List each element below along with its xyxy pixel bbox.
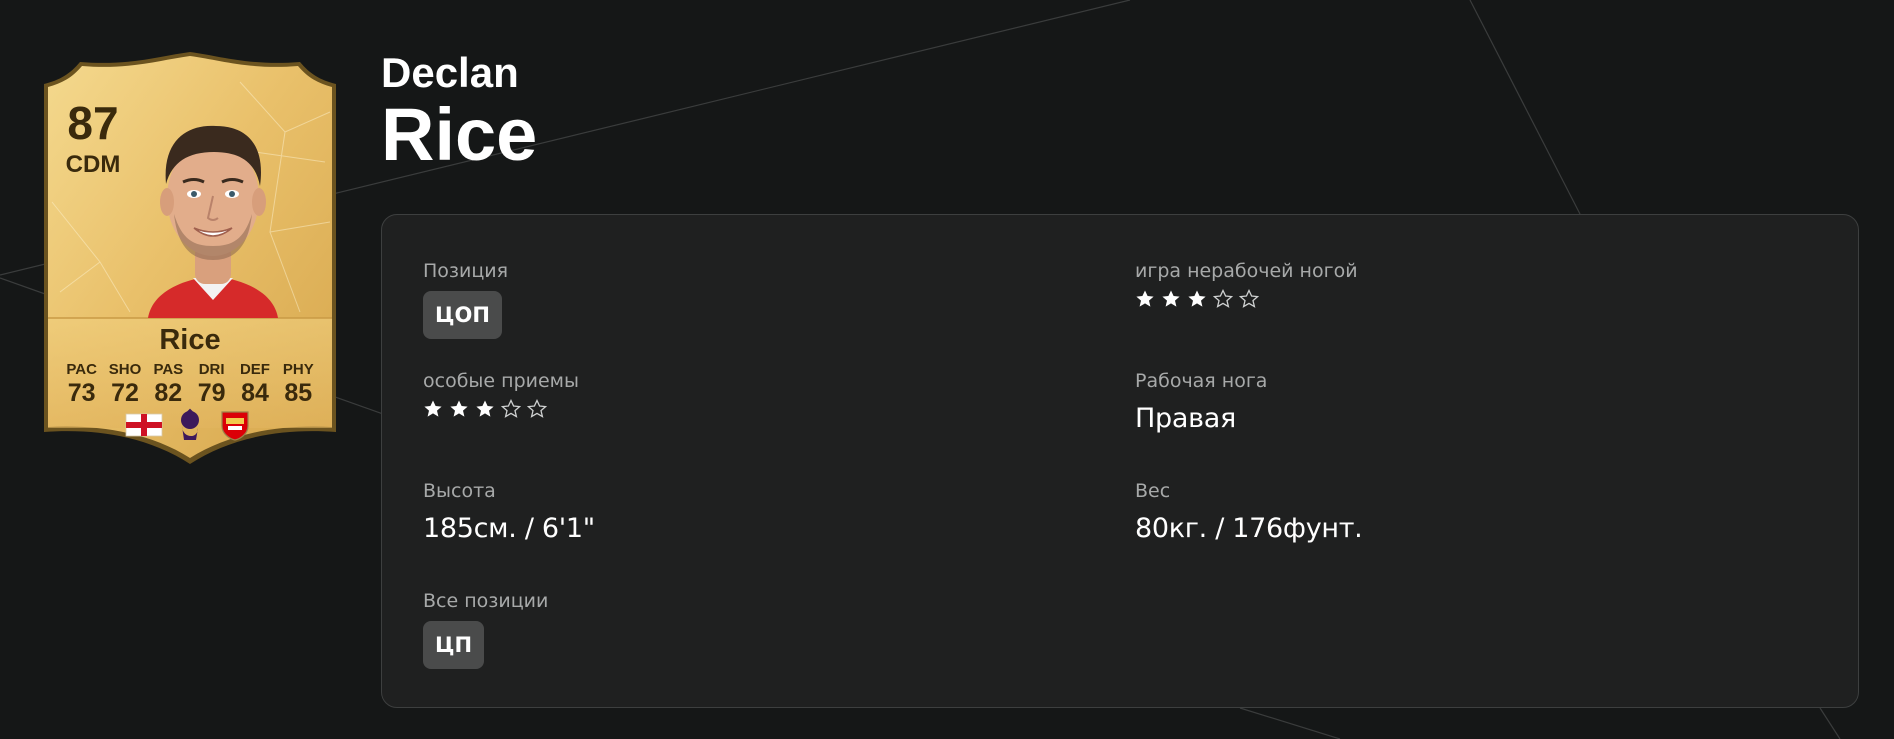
stat-dri: DRI 79 bbox=[190, 361, 233, 407]
stat-value: 72 bbox=[111, 379, 139, 407]
skill-moves-rating bbox=[423, 399, 579, 419]
alt-position-chip[interactable]: ЦП bbox=[423, 621, 485, 669]
player-details-panel: Позиция ЦОП игра нерабочей ногой особые … bbox=[381, 214, 1859, 708]
card-position: CDM bbox=[65, 151, 121, 178]
stat-value: 82 bbox=[154, 379, 183, 407]
weight-field: Вес 80кг. / 176фунт. bbox=[1135, 479, 1363, 545]
star-filled-icon bbox=[476, 400, 494, 417]
star-filled-icon bbox=[1136, 290, 1154, 307]
star-empty-icon bbox=[1239, 289, 1259, 308]
stat-pas: PAS 82 bbox=[147, 361, 190, 407]
stat-label: PHY bbox=[282, 361, 314, 378]
england-flag-icon bbox=[125, 413, 163, 437]
star-filled-icon bbox=[450, 400, 468, 417]
stat-sho: SHO 72 bbox=[103, 361, 146, 407]
star-empty-icon bbox=[527, 399, 547, 418]
stat-value: 79 bbox=[197, 379, 226, 407]
preferred-foot-value: Правая bbox=[1135, 403, 1236, 434]
weight-value: 80кг. / 176фунт. bbox=[1135, 513, 1363, 544]
weight-label: Вес bbox=[1135, 480, 1171, 502]
stat-value: 84 bbox=[241, 379, 269, 407]
premier-league-icon bbox=[181, 408, 199, 440]
stat-label: DEF bbox=[239, 361, 270, 378]
height-value: 185см. / 6'1" bbox=[423, 513, 595, 544]
stat-label: SHO bbox=[108, 361, 142, 378]
alt-positions-label: Все позиции bbox=[423, 590, 549, 612]
card-badges bbox=[125, 408, 249, 441]
position-field: Позиция ЦОП bbox=[423, 259, 508, 339]
height-field: Высота 185см. / 6'1" bbox=[423, 479, 595, 545]
card-rating: 87 bbox=[67, 97, 119, 149]
player-first-name: Declan bbox=[381, 49, 519, 96]
stat-pac: PAC 73 bbox=[60, 361, 103, 407]
weak-foot-rating bbox=[1135, 289, 1358, 309]
weak-foot-label: игра нерабочей ногой bbox=[1135, 260, 1358, 282]
player-photo bbox=[148, 125, 278, 318]
weak-foot-field: игра нерабочей ногой bbox=[1135, 259, 1358, 309]
preferred-foot-label: Рабочая нога bbox=[1135, 370, 1268, 392]
star-filled-icon bbox=[1162, 290, 1180, 307]
player-last-name: Rice bbox=[381, 93, 538, 176]
star-empty-icon bbox=[501, 399, 521, 418]
arsenal-crest-icon bbox=[221, 411, 249, 441]
alt-positions-field: Все позиции ЦП bbox=[423, 589, 548, 669]
star-filled-icon bbox=[424, 400, 442, 417]
position-chip[interactable]: ЦОП bbox=[423, 291, 502, 339]
card-player-name: Rice bbox=[159, 324, 221, 356]
position-label: Позиция bbox=[423, 260, 509, 282]
star-empty-icon bbox=[1213, 289, 1233, 308]
player-card[interactable]: 87 CDM Rice PAC 73 SHO 72 PAS 82 DRI 79 … bbox=[40, 52, 340, 468]
stat-def: DEF 84 bbox=[233, 361, 276, 407]
stat-value: 73 bbox=[67, 379, 96, 407]
stat-phy: PHY 85 bbox=[277, 361, 320, 407]
skill-moves-label: особые приемы bbox=[423, 370, 579, 392]
card-stats: PAC 73 SHO 72 PAS 82 DRI 79 DEF 84 PHY 8… bbox=[60, 361, 320, 407]
height-label: Высота bbox=[423, 480, 496, 502]
stat-label: PAC bbox=[66, 361, 97, 378]
skill-moves-field: особые приемы bbox=[423, 369, 579, 419]
stat-label: PAS bbox=[153, 361, 184, 378]
preferred-foot-field: Рабочая нога Правая bbox=[1135, 369, 1267, 435]
star-filled-icon bbox=[1188, 290, 1206, 307]
stat-label: DRI bbox=[198, 361, 225, 378]
stat-value: 85 bbox=[284, 379, 313, 407]
